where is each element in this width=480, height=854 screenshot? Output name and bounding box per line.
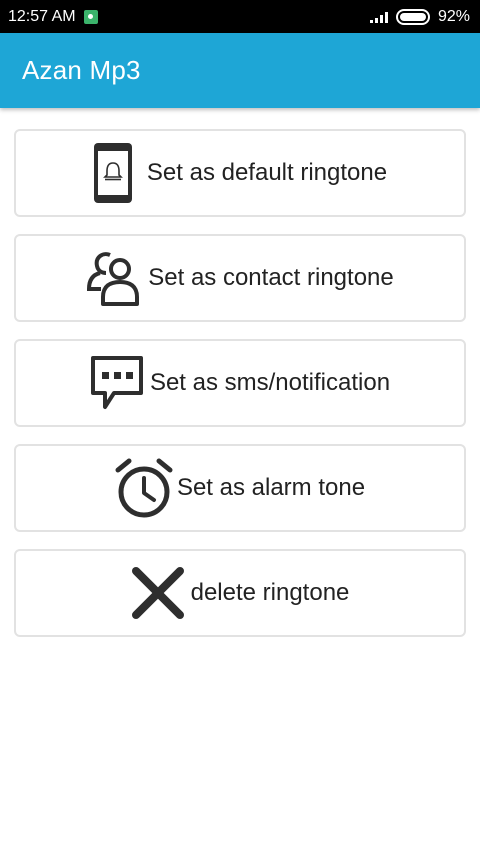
phone-bell-icon: [93, 142, 133, 204]
contact-icon: [86, 249, 140, 307]
set-contact-ringtone-button[interactable]: Set as contact ringtone: [14, 234, 466, 322]
set-contact-ringtone-label: Set as contact ringtone: [148, 264, 394, 291]
set-alarm-tone-label: Set as alarm tone: [176, 474, 366, 501]
delete-ringtone-label: delete ringtone: [190, 579, 350, 606]
set-default-ringtone-label: Set as default ringtone: [146, 159, 388, 186]
status-bar: 12:57 AM 92%: [0, 0, 480, 33]
set-sms-notification-button[interactable]: Set as sms/notification: [14, 339, 466, 427]
status-bar-right: 92%: [369, 7, 470, 26]
battery-percent: 92%: [437, 7, 470, 25]
alarm-clock-icon: [115, 457, 173, 519]
action-list: Set as default ringtone Set as contact r…: [14, 129, 466, 654]
battery-icon: [395, 8, 430, 25]
set-alarm-tone-button[interactable]: Set as alarm tone: [14, 444, 466, 532]
delete-ringtone-button[interactable]: delete ringtone: [14, 549, 466, 637]
app-title: Azan Mp3: [22, 55, 141, 85]
set-sms-notification-label: Set as sms/notification: [149, 369, 391, 396]
set-default-ringtone-button[interactable]: Set as default ringtone: [14, 129, 466, 217]
signal-icon: [369, 11, 388, 23]
close-icon: [131, 566, 185, 620]
notification-app-icon: [83, 9, 98, 24]
app-bar: Azan Mp3: [0, 33, 480, 108]
status-bar-left: 12:57 AM: [8, 8, 98, 26]
message-icon: [90, 355, 144, 411]
status-time: 12:57 AM: [8, 7, 76, 25]
